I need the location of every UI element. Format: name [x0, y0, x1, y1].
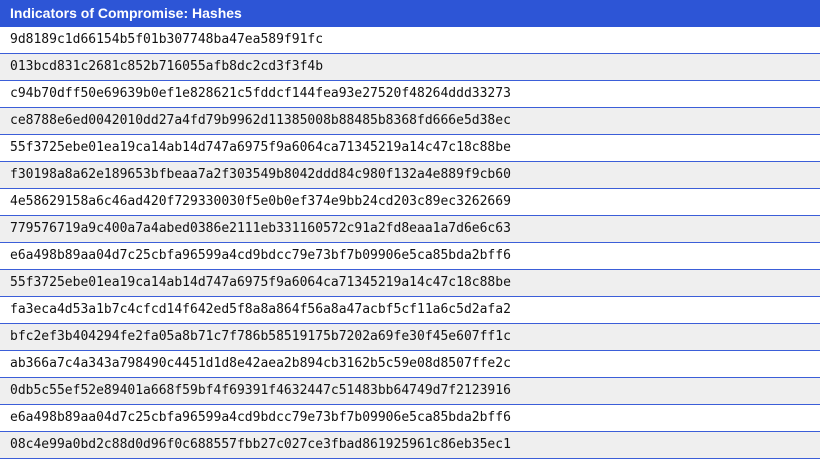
hash-row: 55f3725ebe01ea19ca14ab14d747a6975f9a6064…: [0, 270, 820, 297]
hash-row: 779576719a9c400a7a4abed0386e2111eb331160…: [0, 216, 820, 243]
hash-row: 013bcd831c2681c852b716055afb8dc2cd3f3f4b: [0, 54, 820, 81]
hash-row: 9d8189c1d66154b5f01b307748ba47ea589f91fc: [0, 27, 820, 54]
hash-row: fa3eca4d53a1b7c4cfcd14f642ed5f8a8a864f56…: [0, 297, 820, 324]
hash-row: c94b70dff50e69639b0ef1e828621c5fddcf144f…: [0, 81, 820, 108]
hash-row: 08c4e99a0bd2c88d0d96f0c688557fbb27c027ce…: [0, 432, 820, 459]
hash-row: bfc2ef3b404294fe2fa05a8b71c7f786b5851917…: [0, 324, 820, 351]
hash-row: 55f3725ebe01ea19ca14ab14d747a6975f9a6064…: [0, 135, 820, 162]
ioc-hashes-table: Indicators of Compromise: Hashes 9d8189c…: [0, 0, 820, 459]
hash-row: ce8788e6ed0042010dd27a4fd79b9962d1138500…: [0, 108, 820, 135]
hash-row: 4e58629158a6c46ad420f729330030f5e0b0ef37…: [0, 189, 820, 216]
hash-row: 0db5c55ef52e89401a668f59bf4f69391f463244…: [0, 378, 820, 405]
hash-row: f30198a8a62e189653bfbeaa7a2f303549b8042d…: [0, 162, 820, 189]
hash-row: ab366a7c4a343a798490c4451d1d8e42aea2b894…: [0, 351, 820, 378]
table-header: Indicators of Compromise: Hashes: [0, 0, 820, 27]
hash-row: e6a498b89aa04d7c25cbfa96599a4cd9bdcc79e7…: [0, 405, 820, 432]
hash-row: e6a498b89aa04d7c25cbfa96599a4cd9bdcc79e7…: [0, 243, 820, 270]
